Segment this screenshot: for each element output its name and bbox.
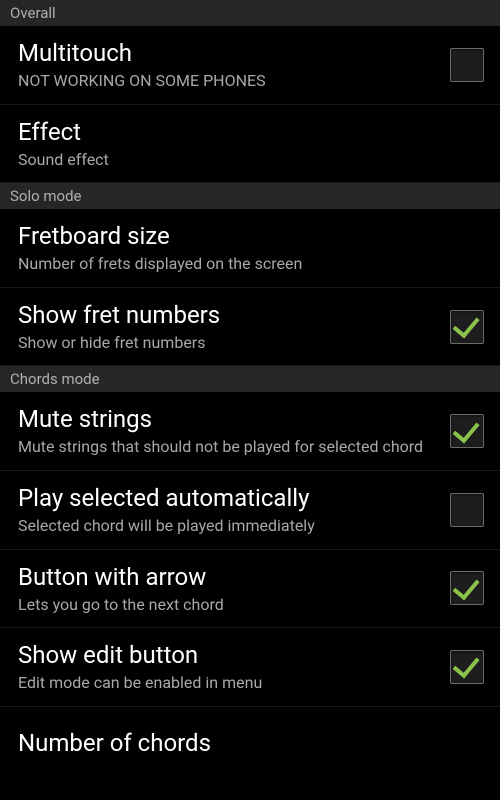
setting-text: Fretboard size Number of frets displayed…: [18, 221, 484, 275]
checkbox-multitouch[interactable]: [450, 48, 484, 82]
setting-subtitle: Sound effect: [18, 149, 484, 171]
setting-play-selected-auto[interactable]: Play selected automatically Selected cho…: [0, 471, 500, 550]
setting-title: Button with arrow: [18, 562, 438, 592]
setting-subtitle: Edit mode can be enabled in menu: [18, 672, 438, 694]
setting-text: Show edit button Edit mode can be enable…: [18, 640, 438, 694]
checkbox-show-edit-button[interactable]: [450, 650, 484, 684]
setting-title: Mute strings: [18, 404, 438, 434]
setting-text: Button with arrow Lets you go to the nex…: [18, 562, 438, 616]
setting-number-of-chords[interactable]: Number of chords: [0, 707, 500, 779]
setting-text: Number of chords: [18, 728, 484, 758]
setting-subtitle: Mute strings that should not be played f…: [18, 436, 438, 458]
setting-text: Show fret numbers Show or hide fret numb…: [18, 300, 438, 354]
setting-subtitle: Show or hide fret numbers: [18, 332, 438, 354]
setting-subtitle: Selected chord will be played immediatel…: [18, 515, 438, 537]
setting-title: Effect: [18, 117, 484, 147]
section-header-overall: Overall: [0, 0, 500, 26]
setting-title: Fretboard size: [18, 221, 484, 251]
setting-button-with-arrow[interactable]: Button with arrow Lets you go to the nex…: [0, 550, 500, 629]
section-header-chords: Chords mode: [0, 366, 500, 392]
setting-subtitle: Lets you go to the next chord: [18, 594, 438, 616]
checkbox-button-with-arrow[interactable]: [450, 571, 484, 605]
setting-title: Number of chords: [18, 728, 484, 758]
setting-show-fret-numbers[interactable]: Show fret numbers Show or hide fret numb…: [0, 288, 500, 367]
setting-mute-strings[interactable]: Mute strings Mute strings that should no…: [0, 392, 500, 471]
setting-title: Play selected automatically: [18, 483, 438, 513]
setting-subtitle: Number of frets displayed on the screen: [18, 253, 484, 275]
setting-multitouch[interactable]: Multitouch NOT WORKING ON SOME PHONES: [0, 26, 500, 105]
setting-text: Mute strings Mute strings that should no…: [18, 404, 438, 458]
setting-title: Show edit button: [18, 640, 438, 670]
checkbox-play-selected-auto[interactable]: [450, 493, 484, 527]
setting-title: Show fret numbers: [18, 300, 438, 330]
settings-list: Overall Multitouch NOT WORKING ON SOME P…: [0, 0, 500, 779]
setting-text: Play selected automatically Selected cho…: [18, 483, 438, 537]
setting-text: Effect Sound effect: [18, 117, 484, 171]
setting-title: Multitouch: [18, 38, 438, 68]
setting-show-edit-button[interactable]: Show edit button Edit mode can be enable…: [0, 628, 500, 707]
setting-fretboard-size[interactable]: Fretboard size Number of frets displayed…: [0, 209, 500, 288]
checkbox-mute-strings[interactable]: [450, 414, 484, 448]
setting-subtitle: NOT WORKING ON SOME PHONES: [18, 70, 438, 92]
setting-effect[interactable]: Effect Sound effect: [0, 105, 500, 184]
section-header-solo: Solo mode: [0, 183, 500, 209]
checkbox-show-fret-numbers[interactable]: [450, 310, 484, 344]
setting-text: Multitouch NOT WORKING ON SOME PHONES: [18, 38, 438, 92]
